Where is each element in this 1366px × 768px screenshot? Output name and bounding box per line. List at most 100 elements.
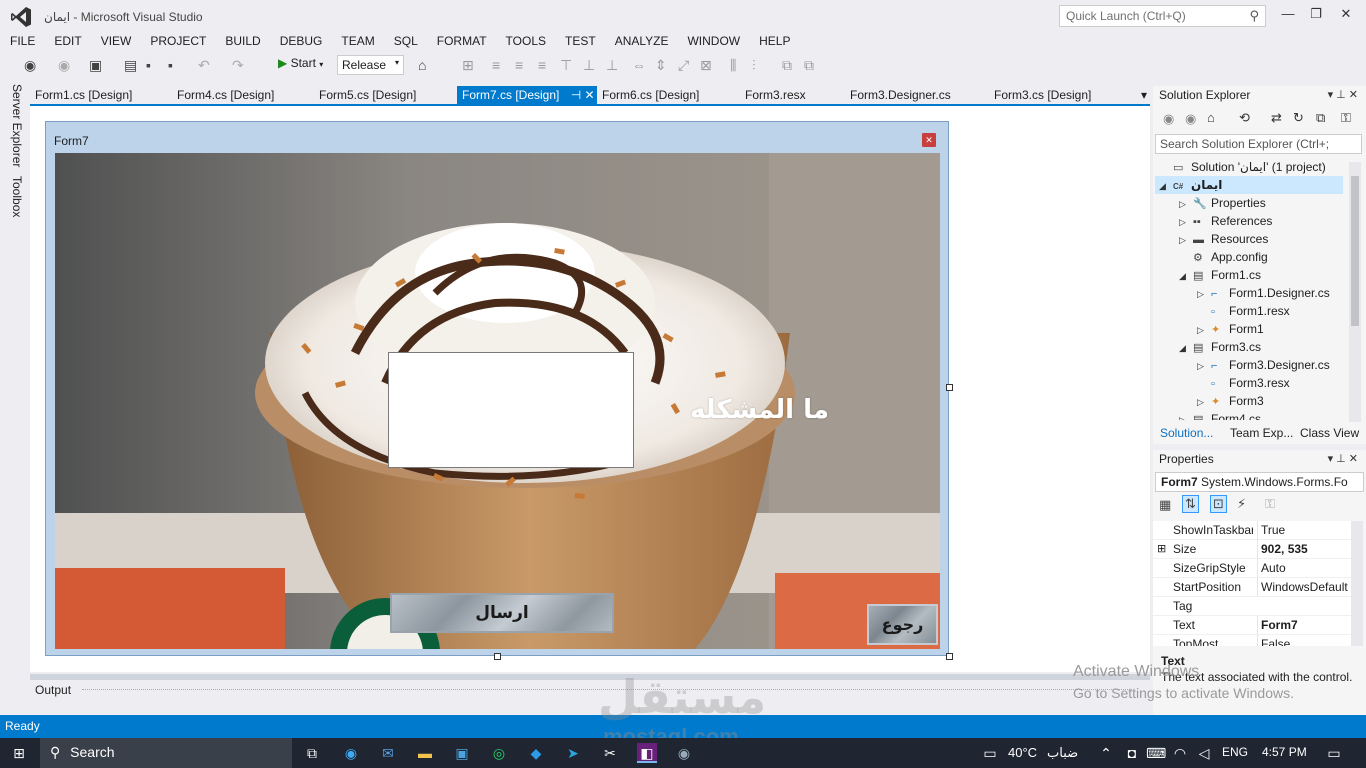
- property-row[interactable]: SizeGripStyle Auto: [1153, 559, 1351, 578]
- property-value[interactable]: Form7: [1257, 616, 1351, 635]
- menu-item-window[interactable]: WINDOW: [677, 32, 749, 50]
- taskbar-search[interactable]: ⚲ Search: [40, 738, 292, 768]
- align-center-icon[interactable]: ≡: [515, 56, 523, 74]
- home-icon[interactable]: ⌂: [1207, 110, 1215, 125]
- property-row[interactable]: Tag: [1153, 597, 1351, 616]
- tree-item[interactable]: ▷ ⌐ Form1.Designer.cs: [1197, 284, 1330, 302]
- align-top-icon[interactable]: ⊤: [560, 56, 572, 74]
- property-row[interactable]: StartPosition WindowsDefault: [1153, 578, 1351, 597]
- toolbox-tab[interactable]: Toolbox: [10, 176, 24, 217]
- resize-handle-right[interactable]: [946, 384, 953, 391]
- file-explorer-icon[interactable]: ▬: [415, 743, 435, 763]
- collapse-all-icon[interactable]: ⧉: [1316, 110, 1325, 126]
- tray-location-icon[interactable]: ◘: [1122, 743, 1142, 763]
- forward-icon[interactable]: ◉: [58, 56, 70, 74]
- property-value[interactable]: False: [1257, 635, 1351, 646]
- minimize-button[interactable]: —: [1276, 6, 1300, 24]
- configuration-select[interactable]: Release ▾: [337, 55, 404, 75]
- telegram-icon[interactable]: ➤: [563, 743, 583, 763]
- refresh-icon[interactable]: ↻: [1293, 110, 1304, 126]
- doc-tab-7[interactable]: Form3.cs [Design]: [989, 86, 1129, 105]
- problem-textbox[interactable]: [388, 352, 634, 468]
- property-value[interactable]: True: [1257, 521, 1351, 540]
- whatsapp-icon[interactable]: ◎: [489, 743, 509, 763]
- doc-tab-6[interactable]: Form3.Designer.cs: [845, 86, 985, 105]
- back-icon[interactable]: ◉: [24, 56, 36, 74]
- property-row[interactable]: Text Form7: [1153, 616, 1351, 635]
- save-icon[interactable]: ▪: [146, 56, 151, 74]
- expander-icon[interactable]: ▷: [1179, 213, 1193, 231]
- tree-item[interactable]: ▫ Form3.resx: [1197, 374, 1290, 392]
- visual-studio-icon[interactable]: ◧: [637, 743, 657, 763]
- app-icon[interactable]: ◉: [674, 743, 694, 763]
- property-row[interactable]: ⊞ Size 902, 535: [1153, 540, 1351, 559]
- menu-item-build[interactable]: BUILD: [215, 32, 269, 50]
- tray-weather-text[interactable]: ضباب: [1047, 745, 1078, 761]
- events-icon[interactable]: ⚡: [1237, 496, 1246, 512]
- property-pages-icon[interactable]: ⚿: [1265, 496, 1275, 512]
- property-scrollbar[interactable]: [1351, 521, 1363, 646]
- tree-item[interactable]: ▷ ✦ Form1: [1197, 320, 1264, 338]
- expander-icon[interactable]: ◢: [1179, 267, 1193, 285]
- tree-item[interactable]: ▫ Form1.resx: [1197, 302, 1290, 320]
- back-button[interactable]: رجوع: [867, 604, 938, 645]
- same-height-icon[interactable]: ⇕: [655, 56, 667, 74]
- tray-chevron-up-icon[interactable]: ⌃: [1096, 743, 1116, 763]
- tray-language[interactable]: ENG: [1222, 745, 1248, 759]
- doc-tab-4[interactable]: Form6.cs [Design]: [597, 86, 737, 105]
- tree-item[interactable]: ◢ C# ايمان: [1159, 176, 1222, 194]
- doc-tab-1[interactable]: Form4.cs [Design]: [172, 86, 312, 105]
- categorized-icon[interactable]: ▦: [1159, 497, 1171, 513]
- tree-item[interactable]: ▷ ✦ Form3: [1197, 392, 1264, 410]
- align-right-icon[interactable]: ≡: [538, 56, 546, 74]
- tab-overflow-icon[interactable]: ▾: [1136, 86, 1150, 105]
- expander-icon[interactable]: ▷: [1179, 231, 1193, 249]
- align-left-icon[interactable]: ≡: [492, 56, 500, 74]
- menu-item-edit[interactable]: EDIT: [44, 32, 90, 50]
- resize-handle-bottom[interactable]: [494, 653, 501, 660]
- open-file-icon[interactable]: ▤: [124, 56, 137, 74]
- tree-item[interactable]: ◢ ▤ Form3.cs: [1179, 338, 1261, 356]
- align-middle-icon[interactable]: ⊥: [583, 56, 595, 74]
- size-to-grid-icon[interactable]: ⊠: [700, 56, 712, 74]
- tree-item[interactable]: ▷ ⌐ Form3.Designer.cs: [1197, 356, 1330, 374]
- tray-volume-icon[interactable]: ◁: [1194, 743, 1214, 763]
- switch-views-icon[interactable]: ⇄: [1271, 110, 1282, 126]
- back-icon[interactable]: ◉: [1163, 111, 1174, 127]
- vscode-icon[interactable]: ◆: [526, 743, 546, 763]
- sync-icon[interactable]: ⟲: [1239, 110, 1250, 126]
- property-row[interactable]: TopMost False: [1153, 635, 1351, 646]
- bring-to-front-icon[interactable]: ⧉: [782, 56, 792, 74]
- menu-item-file[interactable]: FILE: [0, 32, 44, 50]
- menu-item-analyze[interactable]: ANALYZE: [605, 32, 678, 50]
- tree-item[interactable]: ▷ ▬ Resources: [1179, 230, 1268, 248]
- solution-scrollbar[interactable]: [1349, 162, 1361, 422]
- server-explorer-tab[interactable]: Server Explorer: [10, 84, 24, 167]
- forward-icon[interactable]: ◉: [1185, 111, 1196, 127]
- panel-pin-close-icons[interactable]: ▾ ⊥ ✕: [1328, 452, 1358, 465]
- menu-item-project[interactable]: PROJECT: [140, 32, 215, 50]
- restore-button[interactable]: ❐: [1304, 6, 1328, 24]
- scrollbar-thumb[interactable]: [1351, 176, 1359, 326]
- start-button[interactable]: ▶ Start ▾: [278, 56, 323, 70]
- tree-item[interactable]: ▷ 🔧 Properties: [1179, 194, 1266, 212]
- weather-icon[interactable]: ▭: [980, 743, 1000, 763]
- tray-wifi-icon[interactable]: ◠: [1170, 743, 1190, 763]
- properties-icon[interactable]: ⚿: [1341, 110, 1351, 126]
- output-splitter[interactable]: [30, 674, 1150, 680]
- tree-item[interactable]: ▷ ▪▪ References: [1179, 212, 1272, 230]
- tree-item[interactable]: ▭ Solution 'ايمان' (1 project): [1159, 158, 1326, 176]
- solution-panel-tab-2[interactable]: Class View: [1300, 426, 1359, 440]
- tree-item[interactable]: ⚙ App.config: [1179, 248, 1268, 266]
- tray-clock[interactable]: 4:57 PM: [1262, 745, 1307, 759]
- menu-item-format[interactable]: FORMAT: [427, 32, 496, 50]
- expander-icon[interactable]: ▷: [1197, 321, 1211, 339]
- tree-item[interactable]: ◢ ▤ Form1.cs: [1179, 266, 1261, 284]
- same-size-icon[interactable]: ⤢: [678, 56, 689, 74]
- redo-icon[interactable]: ↷: [232, 56, 244, 74]
- property-value[interactable]: WindowsDefault: [1257, 578, 1351, 597]
- expander-icon[interactable]: ▷: [1197, 357, 1211, 375]
- menu-item-debug[interactable]: DEBUG: [270, 32, 332, 50]
- device-icon[interactable]: ⌂: [418, 56, 426, 74]
- doc-tab-2[interactable]: Form5.cs [Design]: [314, 86, 454, 105]
